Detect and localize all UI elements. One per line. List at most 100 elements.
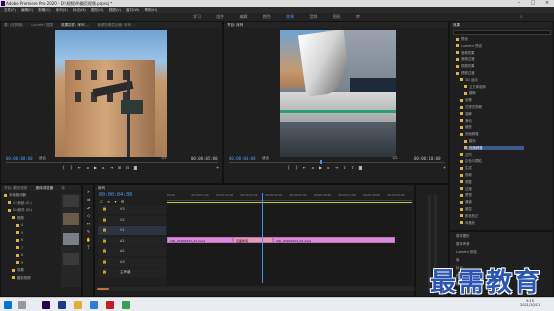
go-to-out-icon[interactable]: ⇥ bbox=[109, 165, 114, 170]
source-resolution-select[interactable]: 1/2 bbox=[161, 156, 167, 160]
tab-effects[interactable]: 效果 bbox=[453, 23, 460, 27]
tab-source[interactable]: 源: (无剪辑) bbox=[4, 23, 23, 27]
tab-effect-controls[interactable]: 效果控件: 序列 ... bbox=[61, 23, 89, 27]
project-tree-item[interactable]: 7 bbox=[16, 246, 23, 251]
source-fit-select[interactable]: 适合 bbox=[39, 156, 46, 161]
track-lock-icon[interactable]: 🔒 bbox=[102, 206, 107, 211]
clock[interactable]: 9:15 2021/10/11 bbox=[520, 299, 540, 307]
effects-tree-item[interactable]: 调整 bbox=[460, 180, 472, 184]
program-resolution-select[interactable]: 1/2 bbox=[392, 156, 398, 160]
tab-libraries[interactable]: 库 bbox=[61, 186, 65, 190]
file-explorer-taskbar-icon[interactable] bbox=[74, 301, 82, 309]
program-playhead[interactable] bbox=[320, 160, 322, 164]
timeline-clip-1[interactable]: VID_20200923_01.mp4 bbox=[167, 237, 233, 243]
overwrite-icon[interactable]: ⊟ bbox=[125, 165, 130, 170]
track-lock-icon[interactable]: 🔒 bbox=[102, 248, 107, 253]
effects-tree-item[interactable]: 视频过渡 bbox=[456, 71, 475, 75]
program-step-forward-icon[interactable]: ▸ bbox=[326, 165, 331, 170]
track-header[interactable]: 🔒 V3 bbox=[98, 205, 166, 214]
source-timecode[interactable]: 00:00:00:00 bbox=[6, 156, 33, 161]
menu-window[interactable]: 窗口(W) bbox=[126, 8, 139, 12]
app-taskbar-icon[interactable] bbox=[106, 301, 114, 309]
effects-tree-item[interactable]: 视频 bbox=[460, 173, 472, 177]
photoshop-taskbar-icon[interactable] bbox=[58, 301, 66, 309]
hand-tool-icon[interactable]: ✋ bbox=[86, 237, 91, 242]
workspace-tab-libraries[interactable]: 库 bbox=[356, 14, 360, 19]
project-tree-item[interactable]: 5 bbox=[16, 231, 23, 236]
track-header[interactable]: 🔒 V1 bbox=[98, 226, 166, 235]
menu-marker[interactable]: 标记(M) bbox=[73, 8, 86, 12]
workspace-tab-learn[interactable]: 学习 bbox=[193, 14, 201, 19]
source-scrub-bar[interactable] bbox=[6, 162, 218, 163]
menu-sequence[interactable]: 序列(S) bbox=[56, 8, 68, 12]
timeline-scrollbar[interactable] bbox=[95, 287, 416, 291]
effects-tree-item[interactable]: 滑动 bbox=[460, 119, 472, 123]
project-tree-item[interactable]: 翻页视频 bbox=[12, 276, 31, 281]
add-marker-icon[interactable]: ▾ bbox=[113, 199, 118, 204]
side-panel-item[interactable]: Lumetri 颜色 bbox=[456, 250, 477, 254]
workspace-tab-assembly[interactable]: 组件 bbox=[216, 14, 224, 19]
step-back-icon[interactable]: ◂ bbox=[85, 165, 90, 170]
project-tree-item[interactable]: 9 bbox=[16, 261, 23, 266]
track-select-tool-icon[interactable]: ⇉ bbox=[86, 197, 91, 202]
side-panel-item[interactable]: 基本图形 bbox=[456, 234, 470, 238]
track-header[interactable]: 🔒 A2 bbox=[98, 247, 166, 256]
effects-tree-item[interactable]: 生成 bbox=[460, 166, 472, 170]
track-lock-icon[interactable]: 🔒 bbox=[102, 227, 107, 232]
play-icon[interactable]: ▶ bbox=[93, 165, 98, 170]
track-header[interactable]: 🔒 V2 bbox=[98, 215, 166, 225]
program-scrub-bar[interactable] bbox=[229, 162, 445, 163]
export-frame-icon[interactable]: ◙ bbox=[133, 165, 138, 170]
effects-tree-item[interactable]: 键控 bbox=[460, 207, 472, 211]
effects-tree-item[interactable]: 透视 bbox=[460, 193, 472, 197]
project-tree-item[interactable]: 6 bbox=[16, 238, 23, 243]
minimize-button[interactable]: – bbox=[512, 0, 526, 7]
track-header[interactable]: 🔒 A1 bbox=[98, 236, 166, 246]
effects-tree-item[interactable]: 溶解 bbox=[460, 112, 472, 116]
work-area-bar[interactable] bbox=[167, 202, 412, 203]
effects-tree-item[interactable]: 音频效果 bbox=[456, 51, 475, 55]
program-mark-out-icon[interactable]: } bbox=[294, 165, 299, 170]
mark-in-icon[interactable]: { bbox=[61, 165, 66, 170]
side-panel-item[interactable]: 基本声音 bbox=[456, 242, 470, 246]
lift-icon[interactable]: ⇧ bbox=[342, 165, 347, 170]
effects-tree-item[interactable]: Lumetri 预设 bbox=[456, 44, 482, 48]
linked-selection-icon[interactable]: ∞ bbox=[106, 199, 111, 204]
effects-tree-item[interactable]: 过时 bbox=[460, 153, 472, 157]
program-go-to-out-icon[interactable]: ⇥ bbox=[334, 165, 339, 170]
search-taskbar-icon[interactable] bbox=[18, 301, 26, 309]
workspace-tab-graphics[interactable]: 图形 bbox=[333, 14, 341, 19]
wechat-taskbar-icon[interactable] bbox=[122, 301, 130, 309]
effects-tree-item[interactable]: 视频效果 bbox=[456, 64, 475, 68]
effects-tree-item[interactable]: 划像 bbox=[460, 98, 472, 102]
workspace-tab-effects[interactable]: 效果 bbox=[286, 14, 294, 19]
maximize-button[interactable]: □ bbox=[526, 0, 540, 7]
track-lock-icon[interactable]: 🔒 bbox=[102, 238, 107, 243]
workspace-tab-audio[interactable]: 音频 bbox=[309, 14, 317, 19]
effects-tree-item[interactable]: 3D 运动 bbox=[460, 78, 478, 82]
effects-tree-item[interactable]: 缩放 bbox=[460, 125, 472, 129]
menu-graphics[interactable]: 图形(G) bbox=[91, 8, 103, 12]
search-icon[interactable]: ⌕ bbox=[520, 14, 526, 20]
track-lock-icon[interactable]: 🔒 bbox=[102, 217, 107, 222]
extract-icon[interactable]: ⇪ bbox=[350, 165, 355, 170]
effects-tree-item[interactable]: 杂色与颗粒 bbox=[460, 159, 482, 163]
workspace-tab-editing[interactable]: 编辑 bbox=[240, 14, 248, 19]
tab-lumetri-scopes[interactable]: Lumetri 范围 bbox=[31, 23, 53, 27]
effects-tree-item[interactable]: 音频过渡 bbox=[456, 57, 475, 61]
selection-tool-icon[interactable]: ➤ bbox=[86, 189, 91, 194]
tab-media-browser[interactable]: 媒体浏览器 bbox=[36, 186, 54, 190]
menu-edit[interactable]: 编辑(E) bbox=[21, 8, 33, 12]
go-to-in-icon[interactable]: ⇤ bbox=[77, 165, 82, 170]
tab-sequence[interactable]: 序列 bbox=[98, 186, 105, 190]
snap-icon[interactable]: ⊂ bbox=[99, 199, 104, 204]
effects-tree-item[interactable]: 预设 bbox=[456, 37, 468, 41]
effects-search-input[interactable] bbox=[453, 30, 551, 35]
program-step-back-icon[interactable]: ◂ bbox=[310, 165, 315, 170]
tab-project[interactable]: 项目: 翻页视频 bbox=[4, 186, 27, 190]
menu-help[interactable]: 帮助(H) bbox=[145, 8, 157, 12]
razor-tool-icon[interactable]: ◇ bbox=[86, 213, 91, 218]
track-lock-icon[interactable]: 🔒 bbox=[102, 269, 107, 274]
type-tool-icon[interactable]: T bbox=[86, 245, 91, 250]
menu-file[interactable]: 文件(F) bbox=[4, 8, 16, 12]
